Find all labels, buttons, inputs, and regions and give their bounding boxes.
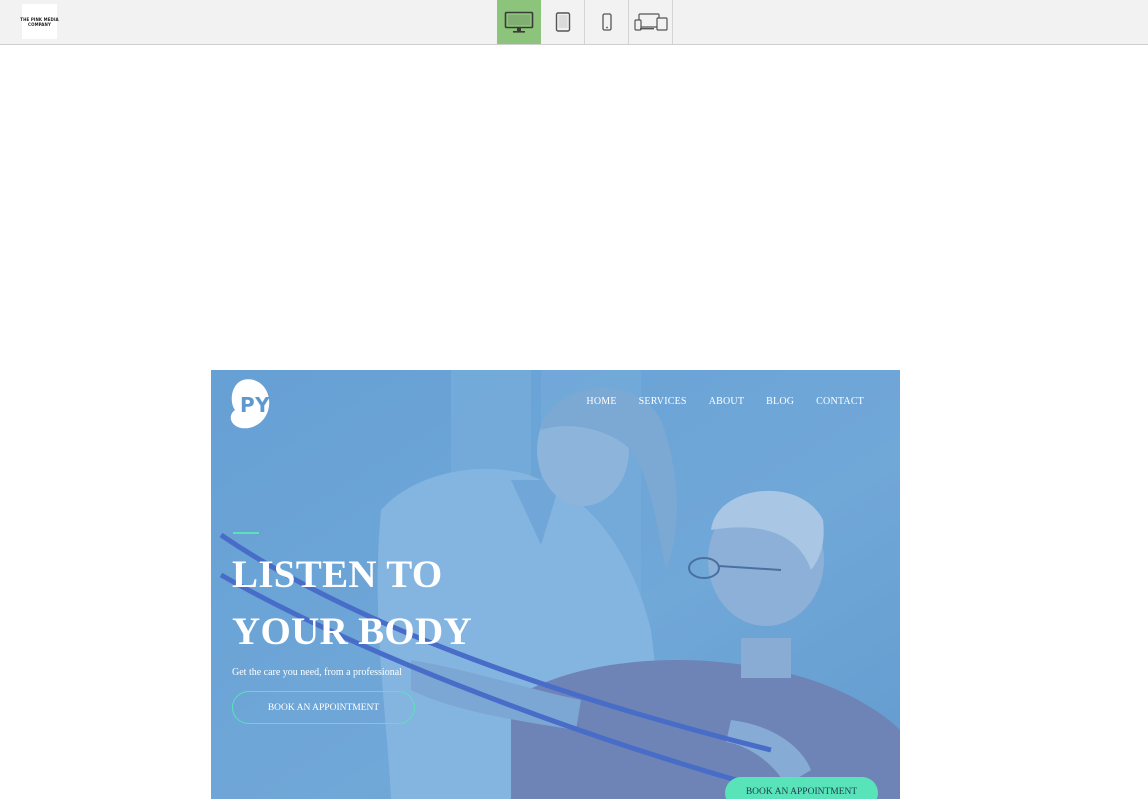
brand-logo[interactable]: THE PINK MEDIA COMPANY bbox=[20, 4, 59, 39]
tablet-view-button[interactable] bbox=[541, 0, 585, 44]
nav-home[interactable]: HOME bbox=[586, 396, 616, 407]
nav-services[interactable]: SERVICES bbox=[639, 396, 687, 407]
nav-about[interactable]: ABOUT bbox=[709, 396, 744, 407]
tablet-icon bbox=[555, 12, 570, 32]
hero-title-line2: YOUR BODY bbox=[232, 610, 472, 653]
mobile-view-button[interactable] bbox=[585, 0, 629, 44]
responsive-view-button[interactable] bbox=[629, 0, 673, 44]
site-logo-text: PY bbox=[240, 393, 271, 417]
website-preview: PY HOME SERVICES ABOUT BLOG CONTACT LIST… bbox=[211, 370, 900, 799]
nav-contact[interactable]: CONTACT bbox=[816, 396, 864, 407]
book-appointment-floating-button[interactable]: BOOK AN APPOINTMENT bbox=[725, 777, 878, 799]
desktop-icon bbox=[504, 11, 534, 33]
accent-divider bbox=[233, 532, 259, 534]
responsive-icon bbox=[633, 13, 668, 31]
mobile-icon bbox=[601, 13, 612, 31]
desktop-view-button[interactable] bbox=[497, 0, 541, 44]
preview-toolbar: THE PINK MEDIA COMPANY bbox=[0, 0, 1148, 45]
brand-logo-line2: COMPANY bbox=[28, 21, 51, 27]
device-switcher bbox=[497, 0, 673, 44]
hero-title-line1: LISTEN TO bbox=[232, 553, 443, 596]
hero-subtitle: Get the care you need, from a profession… bbox=[232, 667, 402, 678]
site-nav: HOME SERVICES ABOUT BLOG CONTACT bbox=[586, 396, 864, 407]
nav-blog[interactable]: BLOG bbox=[766, 396, 794, 407]
book-appointment-outline-button[interactable]: BOOK AN APPOINTMENT bbox=[232, 691, 415, 724]
hero-title: LISTEN TO YOUR BODY bbox=[232, 546, 472, 660]
